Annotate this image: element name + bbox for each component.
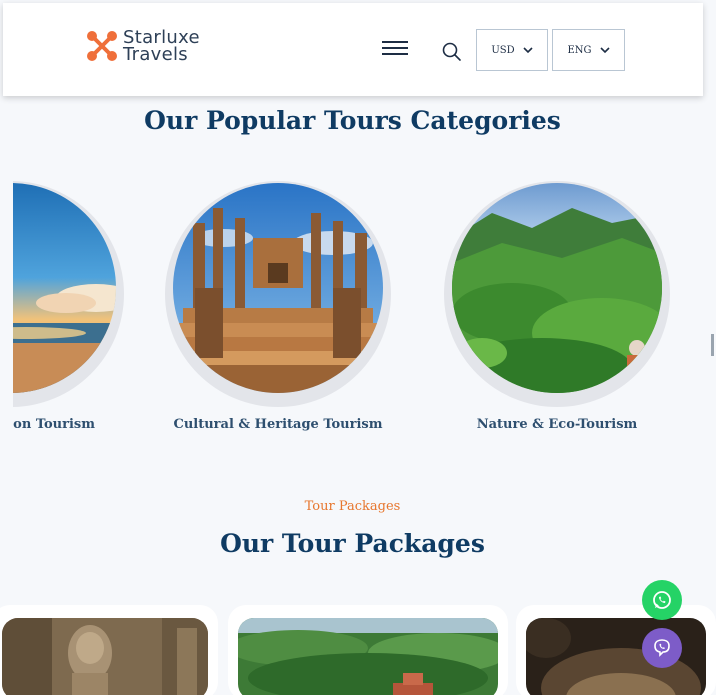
package-image	[2, 618, 208, 695]
whatsapp-button[interactable]	[642, 580, 682, 620]
category-label[interactable]: Nature & Eco-Tourism	[444, 417, 670, 432]
category-image	[173, 183, 383, 393]
logo-icon	[87, 31, 117, 61]
brand-name: Starluxe Travels	[123, 29, 200, 65]
language-value: ENG	[567, 44, 592, 56]
whatsapp-icon	[653, 591, 671, 609]
site-header: Starluxe Travels USD ENG	[3, 3, 703, 96]
chevron-down-icon	[523, 47, 533, 54]
currency-select[interactable]: USD	[476, 29, 548, 71]
category-card[interactable]: Nature & Eco-Tourism	[444, 175, 674, 445]
language-select[interactable]: ENG	[552, 29, 625, 71]
brand-line-2: Travels	[123, 44, 188, 65]
page: Starluxe Travels USD ENG Our Popular Tou…	[0, 0, 716, 695]
viber-icon	[654, 639, 670, 657]
categories-carousel[interactable]: tion Tourism	[13, 175, 703, 445]
packages-title: Our Tour Packages	[220, 529, 485, 558]
currency-value: USD	[491, 44, 515, 56]
viber-button[interactable]	[642, 628, 682, 668]
package-image	[238, 618, 498, 695]
category-card[interactable]: Cultural & Heritage Tourism	[165, 175, 395, 445]
package-card[interactable]	[228, 605, 508, 695]
chevron-down-icon	[599, 47, 610, 54]
search-icon[interactable]	[441, 41, 463, 63]
menu-icon[interactable]	[382, 41, 408, 59]
category-label[interactable]: Cultural & Heritage Tourism	[165, 417, 391, 432]
brand-logo[interactable]: Starluxe Travels	[87, 29, 200, 65]
packages-subtitle: Tour Packages	[304, 499, 401, 514]
category-image	[452, 183, 662, 393]
category-card[interactable]: tion Tourism	[13, 175, 128, 445]
package-card[interactable]	[0, 605, 218, 695]
package-card[interactable]	[516, 605, 716, 695]
scrollbar-handle[interactable]	[711, 334, 714, 356]
category-label[interactable]: tion Tourism	[13, 417, 95, 432]
categories-title: Our Popular Tours Categories	[144, 106, 561, 135]
